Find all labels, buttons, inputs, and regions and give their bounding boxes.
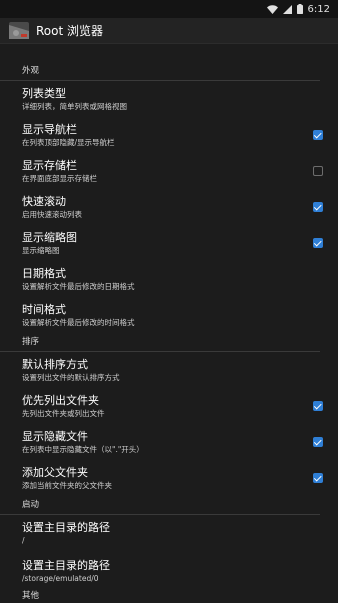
pref-title: 显示缩略图 <box>22 231 77 244</box>
wifi-icon <box>266 4 278 14</box>
checkbox-checked[interactable] <box>313 130 323 140</box>
pref-title: 日期格式 <box>22 267 66 280</box>
checkbox-checked[interactable] <box>313 238 323 248</box>
pref-summary: 在界面底部显示存储栏 <box>22 174 97 183</box>
settings-list[interactable]: 外观 列表类型 详细列表，简单列表或网格视图 显示导航栏 在列表顶部隐藏/显示导… <box>0 62 338 603</box>
section-header-sort: 排序 <box>0 333 320 352</box>
pref-show-storagebar[interactable]: 显示存储栏 在界面底部显示存储栏 <box>0 153 338 189</box>
pref-date-format[interactable]: 日期格式 设置解析文件最后修改的日期格式 <box>0 261 338 297</box>
pref-summary: / <box>22 536 25 545</box>
pref-show-hidden[interactable]: 显示隐藏文件 在列表中显示隐藏文件（以"."开头） <box>0 424 338 460</box>
pref-title: 显示隐藏文件 <box>22 430 88 443</box>
pref-summary: 设置解析文件最后修改的时间格式 <box>22 318 135 327</box>
checkbox-unchecked[interactable] <box>313 166 323 176</box>
status-bar: 6:12 <box>0 0 338 18</box>
pref-title: 设置主目录的路径 <box>22 521 110 534</box>
section-header-startup: 启动 <box>0 496 320 515</box>
pref-show-navbar[interactable]: 显示导航栏 在列表顶部隐藏/显示导航栏 <box>0 117 338 153</box>
pref-summary: 显示缩略图 <box>22 246 60 255</box>
pref-summary: 在列表顶部隐藏/显示导航栏 <box>22 138 115 147</box>
pref-title: 快速滚动 <box>22 195 66 208</box>
checkbox-checked[interactable] <box>313 202 323 212</box>
pref-home-path[interactable]: 设置主目录的路径 / <box>0 515 338 553</box>
app-logo-icon <box>8 20 30 42</box>
app-title: Root 浏览器 <box>36 24 104 38</box>
pref-home-path[interactable]: 设置主目录的路径 /storage/emulated/0 <box>0 553 338 589</box>
pref-summary: /storage/emulated/0 <box>22 574 99 583</box>
pref-show-thumbnails[interactable]: 显示缩略图 显示缩略图 <box>0 225 338 261</box>
pref-summary: 先列出文件夹或列出文件 <box>22 409 105 418</box>
pref-summary: 设置列出文件的默认排序方式 <box>22 373 120 382</box>
pref-title: 添加父文件夹 <box>22 466 88 479</box>
section-header-appearance: 外观 <box>0 62 320 81</box>
pref-summary: 在列表中显示隐藏文件（以"."开头） <box>22 445 144 454</box>
signal-icon <box>282 4 292 14</box>
section-header-other: 其他 <box>22 591 40 601</box>
pref-title: 列表类型 <box>22 87 66 100</box>
checkbox-checked[interactable] <box>313 437 323 447</box>
pref-summary: 添加当前文件夹的父文件夹 <box>22 481 112 490</box>
battery-icon <box>296 4 303 14</box>
checkbox-checked[interactable] <box>313 401 323 411</box>
pref-title: 显示存储栏 <box>22 159 77 172</box>
pref-default-sort[interactable]: 默认排序方式 设置列出文件的默认排序方式 <box>0 352 338 388</box>
pref-time-format[interactable]: 时间格式 设置解析文件最后修改的时间格式 <box>0 297 338 333</box>
pref-summary: 启用快速滚动列表 <box>22 210 82 219</box>
pref-summary: 设置解析文件最后修改的日期格式 <box>22 282 135 291</box>
pref-summary: 详细列表，简单列表或网格视图 <box>22 102 127 111</box>
pref-title: 显示导航栏 <box>22 123 77 136</box>
pref-add-parent[interactable]: 添加父文件夹 添加当前文件夹的父文件夹 <box>0 460 338 496</box>
pref-title: 设置主目录的路径 <box>22 559 110 572</box>
pref-fast-scroll[interactable]: 快速滚动 启用快速滚动列表 <box>0 189 338 225</box>
pref-title: 时间格式 <box>22 303 66 316</box>
pref-title: 优先列出文件夹 <box>22 394 99 407</box>
status-time: 6:12 <box>307 3 330 15</box>
checkbox-checked[interactable] <box>313 473 323 483</box>
app-bar: Root 浏览器 <box>0 18 338 44</box>
pref-folders-first[interactable]: 优先列出文件夹 先列出文件夹或列出文件 <box>0 388 338 424</box>
pref-title: 默认排序方式 <box>22 358 88 371</box>
pref-list-type[interactable]: 列表类型 详细列表，简单列表或网格视图 <box>0 81 338 117</box>
